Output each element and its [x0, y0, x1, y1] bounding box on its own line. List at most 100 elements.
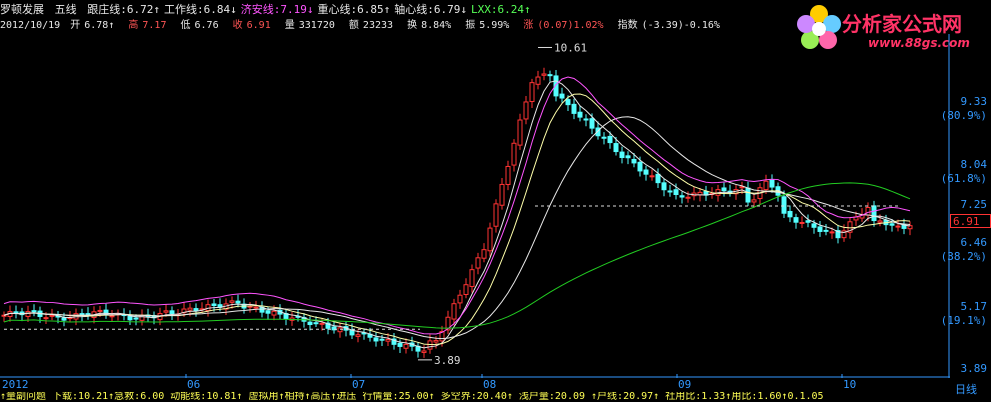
quote-line: 2012/10/19 开 6.78↑ 高 7.17 低 6.76 收 6.91 量 331…	[0, 19, 728, 33]
sub-indicator-strip: ↑量副问题 下载:10.21↑急救:6.00 动能线:10.81↑ 虚拟用↑相持…	[0, 392, 824, 402]
candle-body-105	[631, 158, 637, 164]
candle-body-149	[895, 225, 901, 228]
axis-price-2: 7.25	[960, 198, 988, 211]
axis-price-1: 8.04	[960, 158, 988, 171]
quote-high: 高 7.17	[128, 20, 167, 31]
candle-body-124	[745, 187, 751, 203]
candle-body-27	[163, 310, 169, 313]
candle-body-85	[511, 142, 517, 166]
axis-price-4: 5.17	[960, 300, 988, 313]
indicator-value-0: 跟庄线:6.72↑	[87, 3, 160, 16]
candle-body-135	[811, 223, 817, 228]
candle-body-76	[457, 294, 463, 304]
axis-price-0: 9.33	[960, 95, 988, 108]
axis-pct-0: (80.9%)	[940, 109, 987, 122]
candle-body-22	[133, 317, 139, 320]
candle-body-39	[235, 300, 241, 304]
candle-body-31	[187, 307, 193, 311]
candle-body-128	[769, 179, 775, 188]
candlestick-chart[interactable]: 10.61 3.89	[0, 34, 950, 378]
candle-body-42	[253, 306, 259, 309]
candle-body-78	[469, 269, 475, 287]
candle-body-97	[583, 118, 589, 121]
candle-body-127	[763, 180, 769, 191]
quote-turnover: 换 8.84%	[407, 20, 452, 31]
candle-body-120	[721, 187, 727, 192]
candle-body-83	[499, 183, 505, 206]
candle-body-109	[655, 173, 661, 184]
candle-body-104	[625, 155, 631, 159]
candle-body-32	[193, 308, 199, 312]
candle-body-100	[601, 136, 607, 139]
indicator-values: 跟庄线:6.72↑ 工作线:6.84↓ 济安线:7.19↓ 重心线:6.85↑ 轴心线:…	[87, 3, 534, 16]
candle-body-79	[475, 257, 481, 269]
candle-body-138	[829, 231, 835, 234]
candle-body-133	[799, 221, 805, 224]
candle-body-18	[109, 315, 115, 318]
indicator-value-5: LXX:6.24↑	[471, 3, 531, 16]
candle-body-96	[577, 111, 583, 118]
indicator-header: 罗顿发展 五线 跟庄线:6.72↑ 工作线:6.84↓ 济安线:7.19↓ 重心线:6…	[0, 3, 539, 17]
ma-line-green	[3, 182, 911, 329]
indicator-value-1: 工作线:6.84↓	[164, 3, 237, 16]
candle-body-16	[97, 309, 103, 312]
indicator-name: 五线	[54, 3, 77, 16]
candle-body-144	[865, 206, 871, 216]
candle-body-108	[649, 175, 655, 178]
candle-body-82	[493, 203, 499, 227]
candle-body-86	[517, 119, 523, 146]
ma-line-5	[3, 80, 911, 349]
candle-body-98	[589, 118, 595, 129]
candle-body-94	[565, 99, 571, 106]
candle-body-45	[271, 310, 277, 316]
candle-body-35	[211, 303, 217, 307]
high-annotation: 10.61	[554, 41, 587, 54]
date-axis: 2012 06 07 08 09 10	[0, 378, 950, 392]
candle-body-28	[169, 310, 175, 315]
candle-body-38	[229, 300, 235, 303]
candle-body-5	[31, 310, 37, 313]
indicator-value-2: 济安线:7.19↓	[240, 3, 314, 16]
candle-body-56	[337, 327, 343, 333]
candle-body-132	[793, 217, 799, 223]
candle-body-131	[787, 210, 793, 218]
quote-low: 低 6.76	[180, 20, 219, 31]
ma-line-magenta	[3, 76, 911, 335]
quote-index: 指数 (-3.39)-0.16%	[617, 20, 720, 31]
candle-body-134	[805, 220, 811, 223]
candle-body-71	[427, 340, 433, 350]
indicator-value-4: 轴心线:6.79↓	[394, 3, 467, 16]
candle-body-67	[403, 343, 409, 349]
candle-body-89	[535, 76, 541, 85]
axis-pct-3: (38.2%)	[940, 250, 987, 263]
quote-change: 涨 (0.07)1.02%	[523, 20, 604, 31]
candle-body-114	[685, 196, 691, 199]
date-label-3: 08	[483, 378, 497, 391]
ma-line-10	[3, 93, 911, 345]
candle-body-77	[463, 284, 469, 295]
candle-body-112	[673, 189, 679, 196]
stock-name: 罗顿发展	[0, 3, 44, 16]
candle-body-111	[667, 190, 673, 193]
logo-title: 分析家公式网	[842, 12, 962, 36]
candle-body-84	[505, 165, 511, 185]
candle-body-63	[379, 338, 385, 341]
candle-body-51	[307, 321, 313, 326]
candle-body-137	[823, 229, 829, 232]
candle-body-75	[451, 303, 457, 320]
candle-body-130	[781, 196, 787, 214]
candle-body-66	[397, 342, 403, 347]
candle-body-7	[43, 317, 49, 320]
candle-body-80	[481, 249, 487, 259]
candle-body-10	[61, 317, 67, 321]
quote-volume: 量 331720	[284, 20, 335, 31]
low-annotation: 3.89	[434, 354, 461, 367]
date-label-5: 10	[843, 378, 857, 391]
date-label-1: 06	[187, 378, 201, 391]
candle-body-103	[619, 151, 625, 159]
candle-body-95	[571, 103, 577, 114]
indicator-value-3: 重心线:6.85↑	[317, 3, 391, 16]
candle-body-21	[127, 315, 133, 321]
candle-body-0	[1, 314, 7, 317]
candle-body-145	[871, 205, 877, 222]
